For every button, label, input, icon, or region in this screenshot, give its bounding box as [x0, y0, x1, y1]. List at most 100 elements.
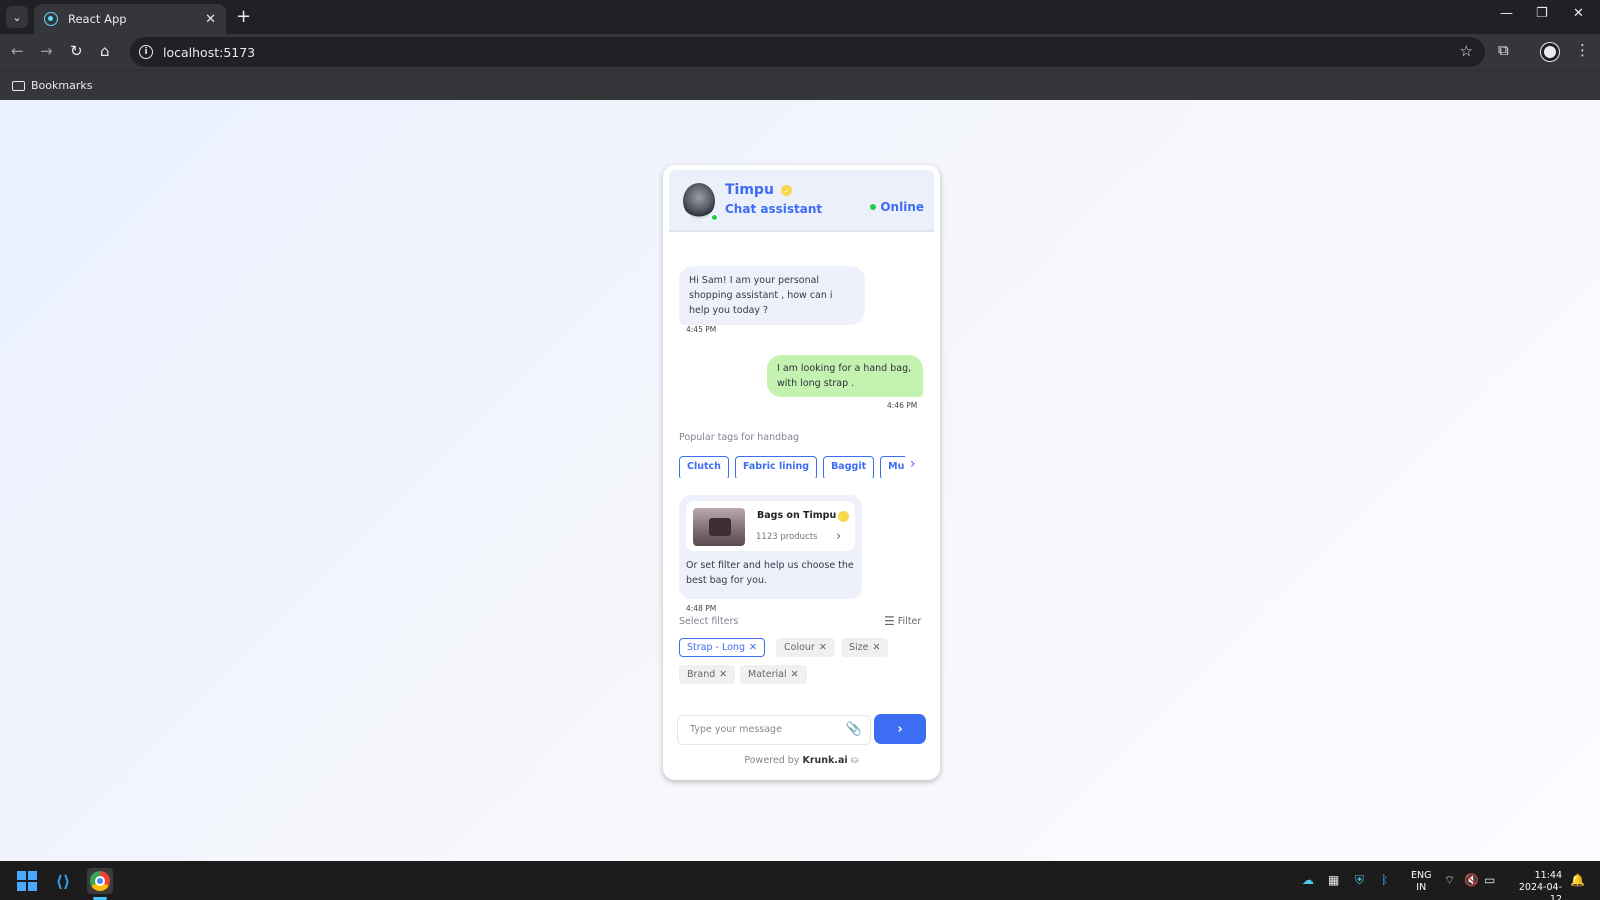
remove-x-icon[interactable]: ✕ [719, 669, 727, 680]
chevron-right-icon: › [897, 721, 903, 737]
page-viewport: Timpu ✓ Chat assistant Online Hi Sam! I … [0, 100, 1600, 861]
status-dot [870, 204, 877, 210]
bookmark-star-icon[interactable]: ☆ [1460, 42, 1473, 60]
filter-chip-material[interactable]: Material ✕ [740, 665, 807, 684]
windows-start-icon[interactable] [17, 871, 37, 891]
product-message-text: Or set filter and help us choose the bes… [686, 560, 854, 586]
product-card[interactable]: Bags on Timpu 1123 products › [686, 501, 855, 551]
window-close-icon[interactable]: ✕ [1573, 6, 1584, 21]
filter-chip-colour[interactable]: Colour ✕ [776, 638, 835, 657]
product-message: Bags on Timpu 1123 products › Or set fil… [679, 495, 862, 599]
browser-toolbar: ← → ↻ ⌂ i localhost:5173 ☆ ⧉ ⋮ [0, 34, 1600, 70]
region-code: IN [1416, 882, 1427, 893]
user-message: I am looking for a hand bag, with long s… [767, 355, 923, 397]
address-bar[interactable]: i localhost:5173 ☆ [130, 37, 1485, 67]
online-status: Online [870, 200, 924, 214]
language-indicator[interactable]: ENG IN [1411, 870, 1431, 894]
restore-icon[interactable]: ❐ [1536, 6, 1548, 21]
message-time: 4:46 PM [887, 401, 918, 410]
notification-bell-icon[interactable]: 🔔 [1570, 873, 1585, 887]
forward-icon[interactable]: → [40, 42, 53, 60]
battery-icon[interactable]: ▭ [1484, 873, 1495, 887]
bag-thumbnail [693, 508, 745, 546]
chrome-icon[interactable] [87, 868, 113, 894]
react-favicon-icon [44, 12, 58, 26]
remove-x-icon[interactable]: ✕ [873, 642, 881, 653]
brand-logo-icon: ⛀ [850, 755, 859, 766]
send-button[interactable]: › [874, 714, 926, 744]
chip-label: Brand [687, 669, 716, 680]
bluetooth-icon[interactable]: ᛒ [1381, 873, 1388, 887]
tags-title: Popular tags for handbag [679, 432, 800, 443]
product-count: 1123 products [756, 532, 818, 542]
message-time: 4:48 PM [686, 604, 717, 613]
security-shield-icon[interactable]: ⛨ [1355, 873, 1364, 888]
home-icon[interactable]: ⌂ [100, 42, 110, 60]
status-label: Online [880, 200, 924, 214]
filter-button-label: Filter [897, 615, 922, 627]
folder-icon [12, 80, 25, 91]
filters-title: Select filters [679, 616, 739, 627]
bookmarks-bar: Bookmarks [0, 70, 1600, 100]
tag-chip[interactable]: Clutch [679, 456, 729, 478]
filter-chip-size[interactable]: Size ✕ [841, 638, 889, 657]
tag-chip[interactable]: Multi [880, 456, 905, 478]
chip-label: Size [849, 642, 869, 653]
chip-label: Strap - Long [687, 642, 745, 653]
tags-row: ClutchFabric liningBaggitMulti [679, 454, 905, 478]
extensions-icon[interactable]: ⧉ [1498, 41, 1509, 59]
menu-kebab-icon[interactable]: ⋮ [1575, 41, 1590, 59]
tab-search-chevron-icon[interactable]: ⌄ [6, 6, 28, 28]
browser-tab[interactable]: React App ✕ [34, 4, 226, 34]
remove-x-icon[interactable]: ✕ [791, 669, 799, 680]
url-text: localhost:5173 [163, 44, 256, 60]
new-tab-icon[interactable]: + [236, 6, 251, 27]
avatar-online-dot [711, 214, 718, 221]
tab-title: React App [68, 12, 127, 26]
app-tray-icon[interactable]: ▦ [1328, 873, 1339, 887]
bot-avatar [683, 183, 715, 219]
tab-close-icon[interactable]: ✕ [205, 12, 216, 27]
taskbar: ⟨⟩ ☁ ▦ ⛨ ᛒ ENG IN ⌔ 🔇 ▭ 11:44 2024-04-12… [0, 861, 1600, 900]
chip-label: Colour [784, 642, 815, 653]
minimize-icon[interactable]: — [1500, 6, 1513, 21]
store-name: Bags on Timpu [757, 510, 837, 521]
verified-badge-icon: ✓ [781, 185, 792, 196]
bookmarks-label[interactable]: Bookmarks [31, 79, 92, 92]
message-time: 4:45 PM [686, 325, 717, 334]
filter-chip-strap[interactable]: Strap - Long ✕ [679, 638, 765, 657]
sliders-icon: ☰ [884, 614, 895, 628]
chat-header: Timpu ✓ Chat assistant Online [669, 170, 934, 232]
bot-name: Timpu [725, 182, 774, 198]
chat-widget: Timpu ✓ Chat assistant Online Hi Sam! I … [663, 165, 940, 780]
clock-date: 2024-04-12 [1518, 882, 1562, 900]
remove-x-icon[interactable]: ✕ [749, 642, 757, 653]
chevron-right-icon[interactable]: › [836, 529, 841, 544]
filter-chip-brand[interactable]: Brand ✕ [679, 665, 736, 684]
powered-brand[interactable]: Krunk.ai [802, 755, 847, 766]
site-info-icon[interactable]: i [139, 45, 153, 59]
remove-x-icon[interactable]: ✕ [819, 642, 827, 653]
tags-next-chevron-icon[interactable]: › [910, 456, 916, 472]
filter-button[interactable]: ☰ Filter [884, 614, 921, 628]
message-input[interactable] [690, 724, 840, 735]
system-clock[interactable]: 11:44 2024-04-12 [1510, 870, 1562, 900]
tag-chip[interactable]: Fabric lining [734, 456, 818, 478]
vscode-icon[interactable]: ⟨⟩ [50, 868, 76, 894]
back-icon[interactable]: ← [11, 42, 24, 60]
bot-role: Chat assistant [725, 202, 823, 216]
clock-time: 11:44 [1534, 870, 1562, 881]
speaker-muted-icon[interactable]: 🔇 [1464, 873, 1479, 887]
cloud-icon[interactable]: ☁ [1302, 873, 1314, 887]
reload-icon[interactable]: ↻ [70, 42, 83, 60]
tag-chip[interactable]: Baggit [823, 456, 875, 478]
message-composer: 📎 [677, 715, 871, 745]
powered-prefix: Powered by [744, 755, 800, 766]
bot-message: Hi Sam! I am your personal shopping assi… [679, 266, 865, 325]
profile-avatar[interactable] [1541, 43, 1559, 61]
wifi-icon[interactable]: ⌔ [1444, 873, 1455, 888]
paperclip-icon[interactable]: 📎 [846, 722, 862, 737]
powered-by: Powered by Krunk.ai ⛀ [663, 755, 940, 766]
chip-label: Material [748, 669, 787, 680]
language-code: ENG [1411, 870, 1432, 881]
